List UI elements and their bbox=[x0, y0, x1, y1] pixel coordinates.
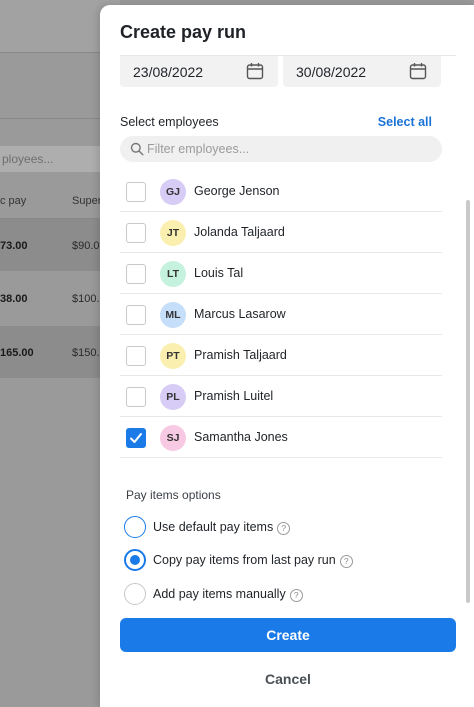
employee-checkbox[interactable] bbox=[126, 182, 146, 202]
avatar: LT bbox=[160, 261, 186, 287]
employee-checkbox[interactable] bbox=[126, 305, 146, 325]
employee-name: Samantha Jones bbox=[194, 430, 288, 444]
help-icon[interactable]: ? bbox=[339, 555, 353, 568]
option-copy-last-pay-run[interactable]: Copy pay items from last pay run? bbox=[124, 549, 424, 571]
employee-checkbox[interactable] bbox=[126, 346, 146, 366]
option-default-pay-items[interactable]: Use default pay items? bbox=[124, 516, 424, 538]
avatar: SJ bbox=[160, 425, 186, 451]
employee-name: Pramish Taljaard bbox=[194, 348, 287, 362]
create-button[interactable]: Create bbox=[120, 618, 456, 652]
employee-list: GJ George Jenson JT Jolanda Taljaard LT … bbox=[120, 171, 442, 458]
avatar: PL bbox=[160, 384, 186, 410]
end-date-field[interactable]: 30/08/2022 bbox=[283, 55, 441, 87]
employee-name: George Jenson bbox=[194, 184, 280, 198]
employee-checkbox-checked[interactable] bbox=[126, 428, 146, 448]
employee-row[interactable]: JT Jolanda Taljaard bbox=[120, 212, 442, 253]
help-icon[interactable]: ? bbox=[289, 589, 303, 602]
employee-name: Jolanda Taljaard bbox=[194, 225, 285, 239]
employee-name: Marcus Lasarow bbox=[194, 307, 286, 321]
radio-button[interactable] bbox=[124, 583, 146, 605]
cancel-button[interactable]: Cancel bbox=[120, 665, 456, 693]
avatar: ML bbox=[160, 302, 186, 328]
avatar: JT bbox=[160, 220, 186, 246]
calendar-icon[interactable] bbox=[246, 62, 264, 80]
checkmark-icon bbox=[130, 433, 142, 443]
employee-name: Pramish Luitel bbox=[194, 389, 274, 403]
background-cell: 73.00 bbox=[0, 240, 28, 252]
avatar: GJ bbox=[160, 179, 186, 205]
title-divider bbox=[120, 55, 456, 56]
background-col-pay: c pay bbox=[0, 195, 27, 207]
option-label: Use default pay items bbox=[153, 520, 274, 534]
employee-row[interactable]: PT Pramish Taljaard bbox=[120, 335, 442, 376]
employee-row[interactable]: PL Pramish Luitel bbox=[120, 376, 442, 417]
employee-row[interactable]: LT Louis Tal bbox=[120, 253, 442, 294]
option-add-manually[interactable]: Add pay items manually? bbox=[124, 583, 424, 605]
option-text: Add pay items manually? bbox=[153, 587, 303, 602]
start-date-value: 23/08/2022 bbox=[133, 64, 204, 80]
background-col-super: Super bbox=[72, 195, 102, 207]
modal-scrollbar[interactable] bbox=[466, 200, 470, 603]
background-cell: 38.00 bbox=[0, 293, 28, 305]
background-cell: 165.00 bbox=[0, 347, 34, 359]
avatar: PT bbox=[160, 343, 186, 369]
employee-row[interactable]: ML Marcus Lasarow bbox=[120, 294, 442, 335]
employee-filter[interactable] bbox=[120, 136, 442, 162]
employee-checkbox[interactable] bbox=[126, 264, 146, 284]
end-date-value: 30/08/2022 bbox=[296, 64, 367, 80]
option-label: Copy pay items from last pay run bbox=[153, 553, 336, 567]
start-date-field[interactable]: 23/08/2022 bbox=[120, 55, 278, 87]
create-pay-run-modal: Create pay run 23/08/2022 30/08/2022 Sel… bbox=[100, 5, 474, 707]
option-label: Add pay items manually bbox=[153, 587, 286, 601]
background-cell: $150. bbox=[72, 347, 100, 359]
option-text: Use default pay items? bbox=[153, 520, 291, 535]
search-icon bbox=[130, 142, 144, 156]
employee-checkbox[interactable] bbox=[126, 387, 146, 407]
radio-button[interactable] bbox=[124, 516, 146, 538]
filter-employees-input[interactable] bbox=[147, 140, 427, 158]
option-text: Copy pay items from last pay run? bbox=[153, 553, 353, 568]
modal-title: Create pay run bbox=[120, 22, 247, 42]
employee-name: Louis Tal bbox=[194, 266, 244, 280]
calendar-icon[interactable] bbox=[409, 62, 427, 80]
background-cell: $90.0 bbox=[72, 240, 100, 252]
background-filter: ployees... bbox=[0, 146, 110, 172]
employee-row[interactable]: GJ George Jenson bbox=[120, 171, 442, 212]
help-icon[interactable]: ? bbox=[277, 522, 291, 535]
radio-button-selected[interactable] bbox=[124, 549, 146, 571]
employee-checkbox[interactable] bbox=[126, 223, 146, 243]
select-all-link[interactable]: Select all bbox=[378, 115, 432, 129]
background-cell: $100. bbox=[72, 293, 100, 305]
select-employees-label: Select employees bbox=[120, 115, 219, 129]
pay-items-options-label: Pay items options bbox=[126, 488, 221, 502]
employee-row[interactable]: SJ Samantha Jones bbox=[120, 417, 442, 458]
